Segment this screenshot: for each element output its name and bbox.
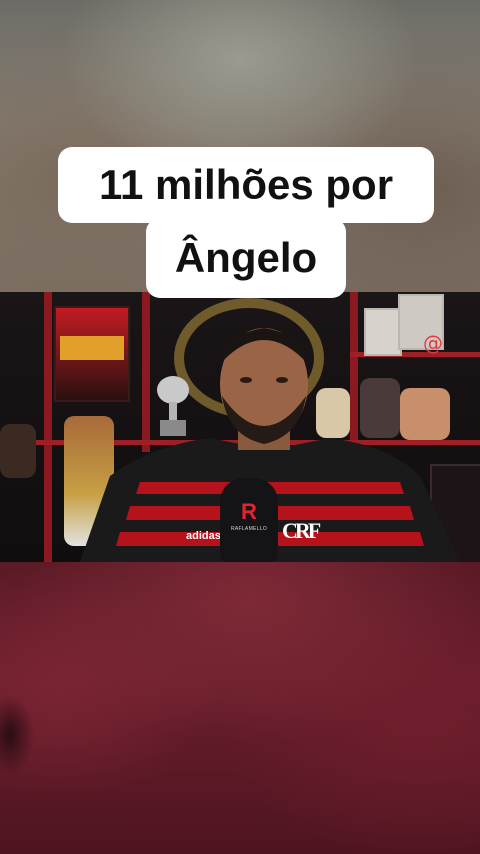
shirt-brand-label: adidas [186,530,221,542]
mic-logo: R [241,499,257,524]
shirt-crest-label: CRF [282,518,321,543]
blurred-backdrop-bottom [0,562,480,854]
shelf-divider [44,292,52,562]
collectible-figure [0,424,36,478]
backdrop-shadow [0,690,40,780]
video-frame[interactable]: @ adidas CRF R RAFLAMELLO [0,292,480,562]
blurred-backdrop-top [0,0,480,292]
mic-brand: RAFLAMELLO [230,526,268,532]
microphone: R RAFLAMELLO [220,478,278,562]
video-screen[interactable]: @ adidas CRF R RAFLAMELLO 11 milhões por… [0,0,480,854]
